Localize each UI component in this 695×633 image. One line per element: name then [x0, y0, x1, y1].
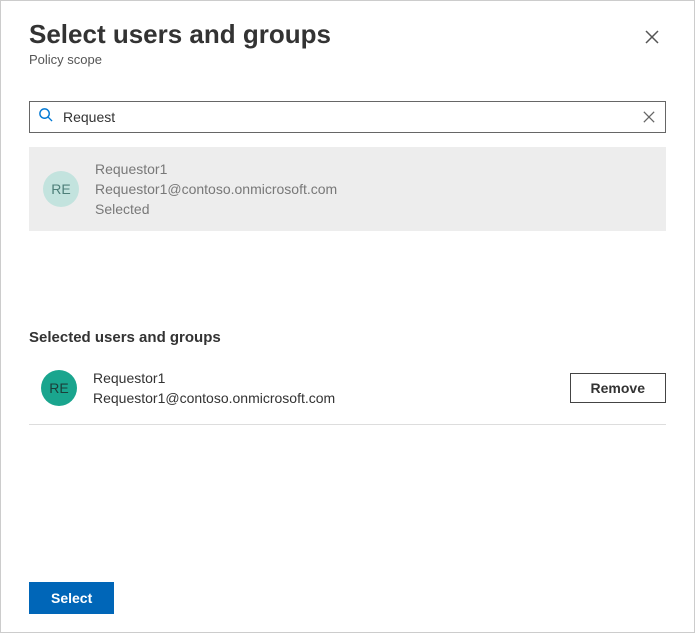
close-icon: [643, 111, 655, 123]
selected-item: RE Requestor1 Requestor1@contoso.onmicro…: [29, 364, 666, 425]
avatar: RE: [43, 171, 79, 207]
search-input[interactable]: [61, 108, 635, 126]
selected-section-heading: Selected users and groups: [29, 329, 666, 346]
selected-item-email: Requestor1@contoso.onmicrosoft.com: [93, 390, 554, 406]
result-state: Selected: [95, 201, 337, 217]
close-icon: [645, 30, 659, 44]
result-email: Requestor1@contoso.onmicrosoft.com: [95, 181, 337, 197]
select-button[interactable]: Select: [29, 582, 114, 614]
clear-search-button[interactable]: [643, 110, 657, 124]
close-button[interactable]: [638, 23, 666, 51]
panel-footer: Select: [1, 568, 694, 632]
panel-subtitle: Policy scope: [29, 52, 331, 67]
remove-button[interactable]: Remove: [570, 373, 666, 403]
result-name: Requestor1: [95, 161, 337, 177]
panel-title: Select users and groups: [29, 19, 331, 50]
search-icon: [38, 107, 53, 127]
avatar: RE: [41, 370, 77, 406]
search-field[interactable]: [29, 101, 666, 133]
selected-item-name: Requestor1: [93, 370, 554, 386]
search-result-item[interactable]: RE Requestor1 Requestor1@contoso.onmicro…: [29, 147, 666, 231]
